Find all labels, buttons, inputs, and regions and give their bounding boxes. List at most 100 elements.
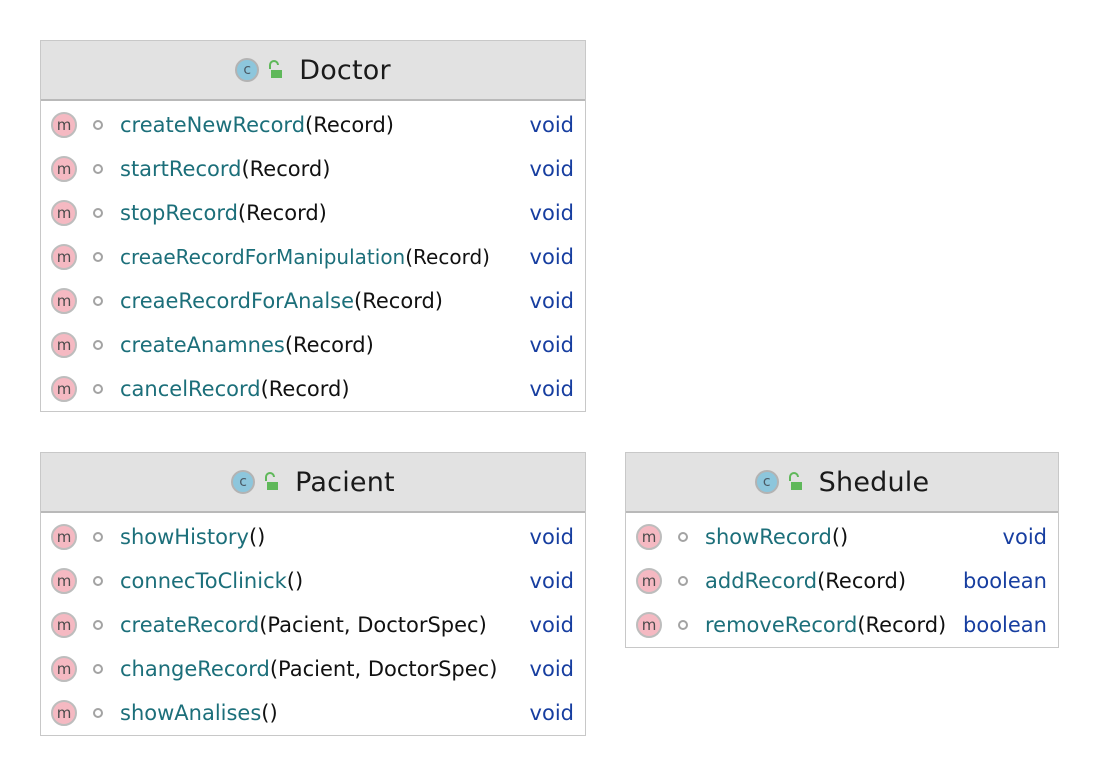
method-name: creaeRecordForAnalse xyxy=(120,289,355,313)
method-signature: showAnalises() xyxy=(120,691,278,735)
method-icon: m xyxy=(636,612,662,638)
class-name: Pacient xyxy=(295,466,395,498)
method-signature: stopRecord (Record) xyxy=(120,191,327,235)
package-visibility-icon xyxy=(678,532,688,542)
method-name: creaeRecordForManipulation xyxy=(120,245,406,269)
return-type: void xyxy=(529,525,574,549)
method-row[interactable]: m createRecord (Pacient, DoctorSpec) void xyxy=(41,603,585,647)
method-name: showRecord xyxy=(705,525,832,549)
method-params: (Record) xyxy=(260,377,350,401)
method-row[interactable]: m creaeRecordForManipulation (Record) voi… xyxy=(41,235,585,279)
return-type: void xyxy=(529,157,574,181)
method-signature: startRecord (Record) xyxy=(120,147,330,191)
package-visibility-icon xyxy=(93,296,103,306)
method-icon: m xyxy=(636,524,662,550)
method-signature: creaeRecordForAnalse (Record) xyxy=(120,279,443,323)
package-visibility-icon xyxy=(678,620,688,630)
package-visibility-icon xyxy=(93,384,103,394)
method-icon: m xyxy=(51,156,77,182)
method-name: cancelRecord xyxy=(120,377,261,401)
package-visibility-icon xyxy=(93,252,103,262)
return-type: void xyxy=(529,289,574,313)
method-row[interactable]: m createAnamnes (Record) void xyxy=(41,323,585,367)
return-type: void xyxy=(529,569,574,593)
method-row[interactable]: m showAnalises() void xyxy=(41,691,585,735)
unlocked-padlock-icon xyxy=(269,60,283,78)
method-name: createAnamnes xyxy=(120,333,285,357)
method-name: startRecord xyxy=(120,157,242,181)
method-row[interactable]: m connecToClinick() void xyxy=(41,559,585,603)
method-icon: m xyxy=(51,700,77,726)
package-visibility-icon xyxy=(93,620,103,630)
return-type: void xyxy=(1002,525,1047,549)
package-visibility-icon xyxy=(93,664,103,674)
method-params: () xyxy=(831,525,849,549)
return-type: void xyxy=(529,701,574,725)
method-signature: creaeRecordForManipulation (Record) xyxy=(120,235,490,279)
method-list: m createNewRecord (Record) void m startRe… xyxy=(41,101,585,411)
method-params: (Record) xyxy=(405,245,490,269)
return-type: void xyxy=(529,333,574,357)
method-list: m showRecord() void m addRecord (Record) … xyxy=(626,513,1058,647)
method-row[interactable]: m changeRecord (Pacient, DoctorSpec) void xyxy=(41,647,585,691)
class-box-doctor[interactable]: c Doctor m createNewRecord (Record) void … xyxy=(40,40,586,412)
method-name: changeRecord xyxy=(120,657,270,681)
method-row[interactable]: m startRecord (Record) void xyxy=(41,147,585,191)
method-row[interactable]: m showRecord() void xyxy=(626,515,1058,559)
return-type: void xyxy=(529,613,574,637)
method-name: connecToClinick xyxy=(120,569,287,593)
method-signature: connecToClinick() xyxy=(120,559,303,603)
package-visibility-icon xyxy=(93,340,103,350)
class-icon: c xyxy=(754,470,779,494)
method-row[interactable]: m creaeRecordForAnalse (Record) void xyxy=(41,279,585,323)
method-icon: m xyxy=(51,524,77,550)
method-row[interactable]: m cancelRecord (Record) void xyxy=(41,367,585,411)
class-box-pacient[interactable]: c Pacient m showHistory() void m connecT… xyxy=(40,452,586,736)
method-params: (Record) xyxy=(284,333,374,357)
method-signature: removeRecord (Record) xyxy=(705,603,946,647)
package-visibility-icon xyxy=(93,120,103,130)
return-type: void xyxy=(529,377,574,401)
method-signature: changeRecord (Pacient, DoctorSpec) xyxy=(120,647,497,691)
unlocked-padlock-icon xyxy=(265,472,279,490)
return-type: boolean xyxy=(963,613,1047,637)
method-icon: m xyxy=(51,244,77,270)
method-icon: m xyxy=(636,568,662,594)
package-visibility-icon xyxy=(678,576,688,586)
method-name: createRecord xyxy=(120,613,260,637)
method-name: addRecord xyxy=(705,569,818,593)
method-params: (Record) xyxy=(817,569,907,593)
method-params: (Record) xyxy=(354,289,443,313)
method-name: showAnalises xyxy=(120,701,262,725)
method-icon: m xyxy=(51,332,77,358)
method-row[interactable]: m showHistory() void xyxy=(41,515,585,559)
method-icon: m xyxy=(51,568,77,594)
return-type: boolean xyxy=(963,569,1047,593)
package-visibility-icon xyxy=(93,708,103,718)
return-type: void xyxy=(529,201,574,225)
method-signature: createNewRecord (Record) xyxy=(120,103,394,147)
method-name: createNewRecord xyxy=(120,113,306,137)
method-row[interactable]: m addRecord (Record) boolean xyxy=(626,559,1058,603)
class-icon: c xyxy=(231,470,256,494)
class-header: c Doctor xyxy=(41,41,585,101)
class-header: c Shedule xyxy=(626,453,1058,513)
method-row[interactable]: m removeRecord (Record) boolean xyxy=(626,603,1058,647)
method-row[interactable]: m stopRecord (Record) void xyxy=(41,191,585,235)
method-name: stopRecord xyxy=(120,201,238,225)
unlocked-padlock-icon xyxy=(788,472,802,490)
package-visibility-icon xyxy=(93,164,103,174)
method-params: (Record) xyxy=(237,201,327,225)
method-icon: m xyxy=(51,288,77,314)
method-params: (Record) xyxy=(241,157,331,181)
method-params: () xyxy=(286,569,304,593)
method-params: () xyxy=(261,701,278,725)
method-signature: showHistory() xyxy=(120,515,265,559)
class-box-shedule[interactable]: c Shedule m showRecord() void m addRecor… xyxy=(625,452,1059,648)
method-row[interactable]: m createNewRecord (Record) void xyxy=(41,103,585,147)
method-icon: m xyxy=(51,376,77,402)
method-name: showHistory xyxy=(120,525,249,549)
method-icon: m xyxy=(51,200,77,226)
package-visibility-icon xyxy=(93,576,103,586)
return-type: void xyxy=(529,657,574,681)
